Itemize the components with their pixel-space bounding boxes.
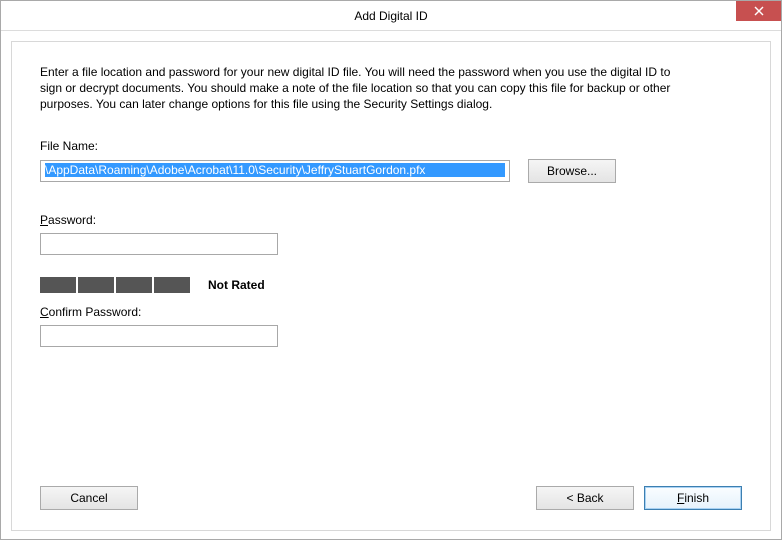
content-outer: Enter a file location and password for y… bbox=[1, 31, 781, 539]
add-digital-id-window: Add Digital ID Enter a file location and… bbox=[0, 0, 782, 540]
password-strength-row: Not Rated bbox=[40, 277, 742, 293]
content-panel: Enter a file location and password for y… bbox=[11, 41, 771, 531]
password-strength-meter bbox=[40, 277, 190, 293]
file-name-row: \AppData\Roaming\Adobe\Acrobat\11.0\Secu… bbox=[40, 159, 742, 183]
password-input[interactable] bbox=[40, 233, 278, 255]
strength-segment bbox=[116, 277, 152, 293]
confirm-password-input[interactable] bbox=[40, 325, 278, 347]
finish-button[interactable]: Finish bbox=[644, 486, 742, 510]
confirm-password-label: Confirm Password: bbox=[40, 305, 742, 319]
browse-button[interactable]: Browse... bbox=[528, 159, 616, 183]
titlebar: Add Digital ID bbox=[1, 1, 781, 31]
cancel-button[interactable]: Cancel bbox=[40, 486, 138, 510]
close-icon bbox=[754, 6, 764, 16]
password-label: Password: bbox=[40, 213, 742, 227]
strength-segment bbox=[154, 277, 190, 293]
window-title: Add Digital ID bbox=[354, 9, 427, 23]
strength-segment bbox=[78, 277, 114, 293]
nav-buttons: < Back Finish bbox=[536, 486, 742, 510]
button-bar: Cancel < Back Finish bbox=[40, 486, 742, 510]
file-name-input[interactable]: \AppData\Roaming\Adobe\Acrobat\11.0\Secu… bbox=[40, 160, 510, 182]
file-name-label: File Name: bbox=[40, 139, 742, 153]
close-button[interactable] bbox=[736, 1, 781, 21]
description-text: Enter a file location and password for y… bbox=[40, 64, 680, 113]
file-name-value: \AppData\Roaming\Adobe\Acrobat\11.0\Secu… bbox=[45, 163, 505, 177]
back-button[interactable]: < Back bbox=[536, 486, 634, 510]
password-strength-label: Not Rated bbox=[208, 278, 265, 292]
strength-segment bbox=[40, 277, 76, 293]
